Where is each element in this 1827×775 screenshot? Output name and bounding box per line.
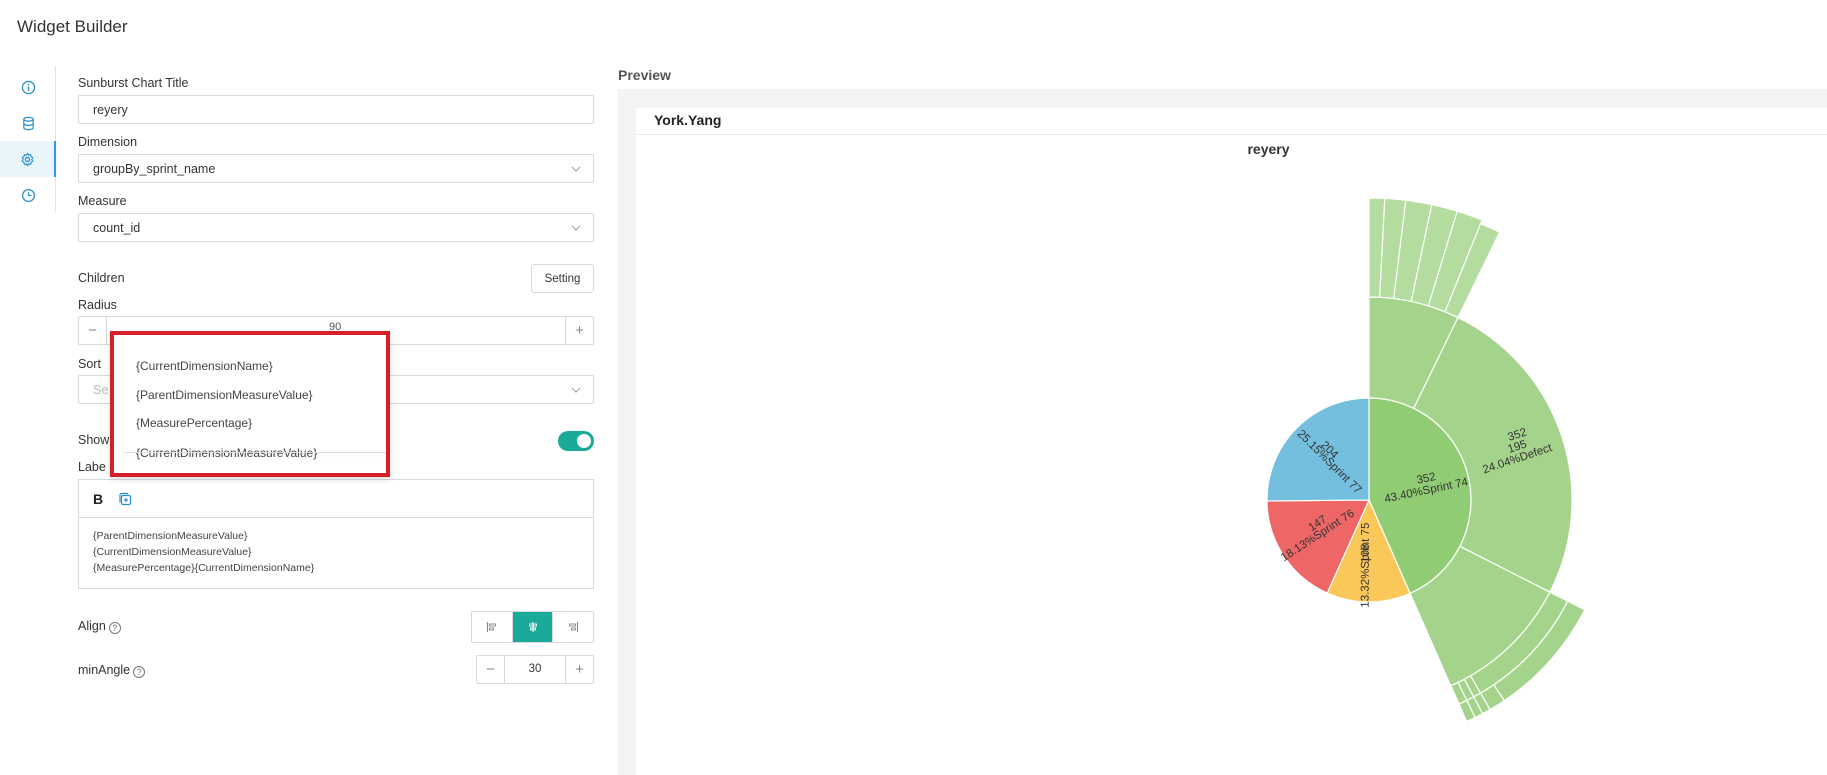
sunburst-label-inner: 13.32%Sprint 75 xyxy=(1360,523,1372,608)
sunburst-chart: 35243.40%Sprint 7410813.32%Sprint 751471… xyxy=(1266,197,1586,723)
